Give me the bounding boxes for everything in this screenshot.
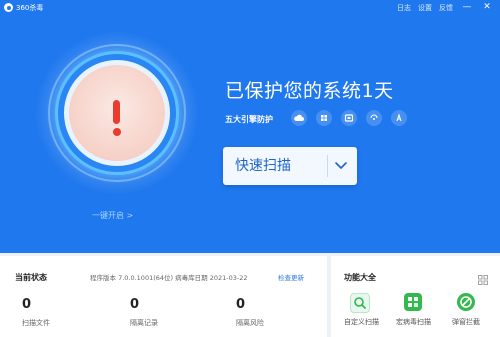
- status-section-title: 当前状态: [15, 273, 47, 282]
- chevron-down-icon[interactable]: [332, 156, 350, 176]
- minimize-button[interactable]: —: [462, 1, 472, 13]
- feedback-link[interactable]: 反馈: [439, 2, 453, 14]
- custom-scan-label[interactable]: 自定义扫描: [344, 317, 379, 327]
- title-bar: 360杀毒 日志 设置 反馈 — ✕: [0, 0, 500, 17]
- windows-icon[interactable]: [316, 110, 332, 126]
- protection-status-headline: 已保护您的系统1天: [225, 80, 394, 102]
- quick-scan-label: 快速扫描: [235, 158, 291, 174]
- stat-quarantine-label: 隔离记录: [130, 319, 158, 327]
- stat-risk-value: 0: [236, 297, 246, 312]
- cloud-icon[interactable]: [291, 110, 307, 126]
- stat-quarantine-value[interactable]: 0: [130, 297, 139, 313]
- engines-label: 五大引擎防护: [225, 115, 273, 124]
- qvm-icon[interactable]: [341, 110, 357, 126]
- custom-scan-icon[interactable]: [350, 293, 370, 313]
- stat-risk-label: 隔离风险: [236, 319, 264, 327]
- app-title: 360杀毒: [16, 4, 44, 12]
- app-logo-icon: [4, 3, 13, 12]
- avira-icon[interactable]: [391, 110, 407, 126]
- close-button[interactable]: ✕: [482, 1, 492, 13]
- stat-scanned-files-value: 0: [22, 297, 32, 312]
- settings-link[interactable]: 设置: [418, 2, 432, 14]
- alert-icon: [113, 100, 120, 124]
- main-panel: 360杀毒 日志 设置 反馈 — ✕ 一键开启 > 已保护您的系统1天 五大引擎…: [0, 0, 500, 253]
- grid-more-icon[interactable]: [478, 270, 488, 285]
- features-section-title: 功能大全: [344, 273, 376, 282]
- popup-block-label[interactable]: 弹窗拦截: [452, 317, 480, 327]
- scan-button-divider: [327, 155, 328, 177]
- quick-scan-button[interactable]: 快速扫描: [223, 147, 357, 185]
- popup-block-icon[interactable]: [457, 293, 475, 311]
- macro-virus-label[interactable]: 宏病毒扫描: [396, 317, 431, 327]
- one-click-enable-link[interactable]: 一键开启 >: [92, 210, 133, 222]
- version-info: 程序版本 7.0.0.1001(64位) 病毒库日期 2021-03-22: [90, 274, 248, 282]
- check-update-link[interactable]: 检查更新: [278, 273, 304, 283]
- macro-virus-icon[interactable]: [404, 293, 422, 311]
- log-link[interactable]: 日志: [397, 2, 411, 14]
- alert-icon-dot: [112, 128, 121, 136]
- system-repair-icon[interactable]: [366, 110, 382, 126]
- stat-scanned-files-label: 扫描文件: [22, 319, 50, 327]
